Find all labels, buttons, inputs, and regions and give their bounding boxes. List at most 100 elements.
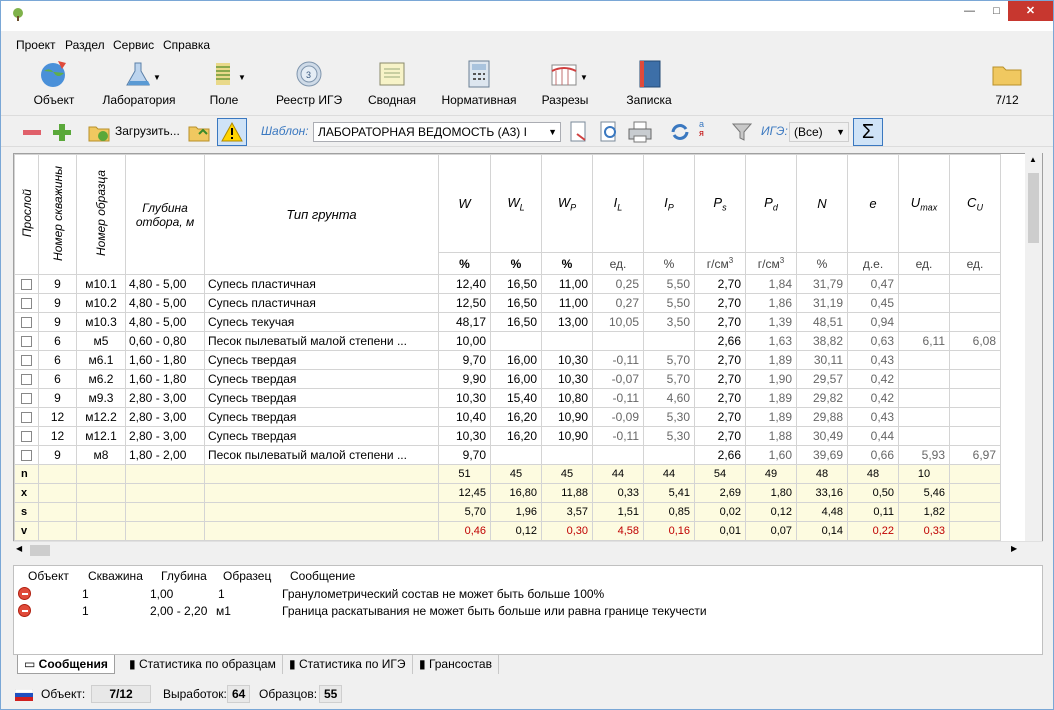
warning-icon[interactable] [217, 118, 247, 146]
value-cell[interactable] [949, 293, 1001, 313]
scroll-left-icon[interactable]: ◀ [16, 544, 22, 553]
value-cell[interactable]: 1,89 [745, 388, 797, 408]
value-cell[interactable]: 5,30 [643, 407, 695, 427]
scroll-right-icon[interactable]: ▶ [1011, 544, 1017, 553]
value-cell[interactable]: 0,27 [592, 293, 644, 313]
depth-cell[interactable]: 4,80 - 5,00 [125, 274, 205, 294]
ige-select[interactable]: (Все) ▼ [789, 122, 849, 142]
value-cell[interactable] [643, 445, 695, 465]
table-row[interactable]: 6 м6.2 1,60 - 1,80 Супесь твердая 9,90 16,00 1… [14, 369, 1001, 389]
value-cell[interactable]: 2,70 [694, 369, 746, 389]
value-cell[interactable]: 16,00 [490, 369, 542, 389]
soil-type-cell[interactable]: Песок пылеватый малой степени ... [204, 331, 439, 351]
value-cell[interactable]: 6,97 [949, 445, 1001, 465]
value-cell[interactable] [898, 388, 950, 408]
value-cell[interactable]: 5,93 [898, 445, 950, 465]
value-cell[interactable]: 2,70 [694, 407, 746, 427]
value-cell[interactable] [949, 350, 1001, 370]
header-skip[interactable]: Прослой [14, 154, 39, 275]
header-param[interactable]: CU [949, 154, 1001, 253]
value-cell[interactable]: 3,50 [643, 312, 695, 332]
sample-cell[interactable]: м6.1 [76, 350, 126, 370]
scroll-thumb[interactable] [30, 545, 50, 556]
value-cell[interactable]: 2,70 [694, 350, 746, 370]
ribbon-normative-button[interactable]: Нормативная [440, 59, 518, 107]
tab-messages[interactable]: ▭ Сообщения [17, 655, 115, 674]
value-cell[interactable]: 1,86 [745, 293, 797, 313]
value-cell[interactable]: 11,00 [541, 274, 593, 294]
soil-type-cell[interactable]: Супесь твердая [204, 426, 439, 446]
sum-button[interactable]: Σ [853, 118, 883, 146]
value-cell[interactable]: 38,82 [796, 331, 848, 351]
value-cell[interactable] [898, 350, 950, 370]
skip-checkbox[interactable] [21, 279, 32, 291]
scroll-up-icon[interactable]: ▲ [1029, 155, 1037, 164]
ribbon-ige-registry-button[interactable]: 3 Реестр ИГЭ [276, 59, 342, 107]
well-cell[interactable]: 9 [38, 312, 77, 332]
value-cell[interactable]: -0,11 [592, 350, 644, 370]
table-row[interactable]: 9 м10.3 4,80 - 5,00 Супесь текучая 48,17 16,5… [14, 312, 1001, 332]
print-icon[interactable] [627, 120, 653, 144]
value-cell[interactable]: 5,50 [643, 274, 695, 294]
table-row[interactable]: 9 м9.3 2,80 - 3,00 Супесь твердая 10,30 15,40… [14, 388, 1001, 408]
sort-icon[interactable]: ая [699, 120, 704, 138]
menu-section[interactable]: Раздел [65, 38, 105, 52]
well-cell[interactable]: 9 [38, 445, 77, 465]
value-cell[interactable]: 6,08 [949, 331, 1001, 351]
skip-checkbox[interactable] [21, 355, 32, 367]
skip-checkbox[interactable] [21, 298, 32, 310]
skip-checkbox-cell[interactable] [14, 331, 39, 351]
value-cell[interactable]: 9,90 [438, 369, 491, 389]
preview-icon[interactable] [597, 120, 621, 144]
value-cell[interactable]: 11,00 [541, 293, 593, 313]
skip-checkbox[interactable] [21, 317, 32, 329]
skip-checkbox[interactable] [21, 336, 32, 348]
value-cell[interactable]: 1,90 [745, 369, 797, 389]
ribbon-summary-button[interactable]: Сводная [367, 59, 417, 107]
value-cell[interactable]: 1,39 [745, 312, 797, 332]
header-well[interactable]: Номер скважины [38, 154, 77, 275]
value-cell[interactable]: -0,11 [592, 388, 644, 408]
value-cell[interactable]: 10,30 [438, 388, 491, 408]
well-cell[interactable]: 6 [38, 369, 77, 389]
soil-type-cell[interactable]: Супесь пластичная [204, 293, 439, 313]
menu-service[interactable]: Сервис [113, 38, 154, 52]
value-cell[interactable]: 29,82 [796, 388, 848, 408]
depth-cell[interactable]: 2,80 - 3,00 [125, 388, 205, 408]
close-button[interactable]: ✕ [1008, 1, 1053, 21]
value-cell[interactable]: 16,50 [490, 312, 542, 332]
well-cell[interactable]: 6 [38, 350, 77, 370]
skip-checkbox[interactable] [21, 431, 32, 443]
sample-cell[interactable]: м6.2 [76, 369, 126, 389]
value-cell[interactable] [541, 445, 593, 465]
soil-type-cell[interactable]: Супесь твердая [204, 388, 439, 408]
scroll-thumb[interactable] [1028, 173, 1039, 243]
depth-cell[interactable]: 2,80 - 3,00 [125, 407, 205, 427]
remove-icon[interactable] [21, 120, 43, 144]
value-cell[interactable]: -0,07 [592, 369, 644, 389]
depth-cell[interactable]: 0,60 - 0,80 [125, 331, 205, 351]
value-cell[interactable]: 0,42 [847, 369, 899, 389]
skip-checkbox[interactable] [21, 450, 32, 462]
well-cell[interactable]: 9 [38, 388, 77, 408]
refresh-icon[interactable] [669, 120, 691, 144]
value-cell[interactable] [949, 388, 1001, 408]
soil-type-cell[interactable]: Супесь твердая [204, 350, 439, 370]
header-param[interactable]: Umax [898, 154, 950, 253]
value-cell[interactable]: 0,43 [847, 407, 899, 427]
ribbon-field-button[interactable]: Поле ▼ [206, 59, 246, 107]
value-cell[interactable]: 10,90 [541, 407, 593, 427]
value-cell[interactable]: 31,79 [796, 274, 848, 294]
value-cell[interactable]: 1,89 [745, 407, 797, 427]
ribbon-object-button[interactable]: Объект [31, 59, 77, 107]
value-cell[interactable]: 6,11 [898, 331, 950, 351]
skip-checkbox-cell[interactable] [14, 369, 39, 389]
ribbon-folder-button[interactable]: 7/12 [987, 59, 1027, 107]
skip-checkbox[interactable] [21, 412, 32, 424]
value-cell[interactable] [898, 426, 950, 446]
header-soil[interactable]: Тип грунта [204, 154, 439, 275]
soil-type-cell[interactable]: Супесь твердая [204, 407, 439, 427]
depth-cell[interactable]: 4,80 - 5,00 [125, 312, 205, 332]
header-param[interactable]: IP [643, 154, 695, 253]
value-cell[interactable]: 5,30 [643, 426, 695, 446]
